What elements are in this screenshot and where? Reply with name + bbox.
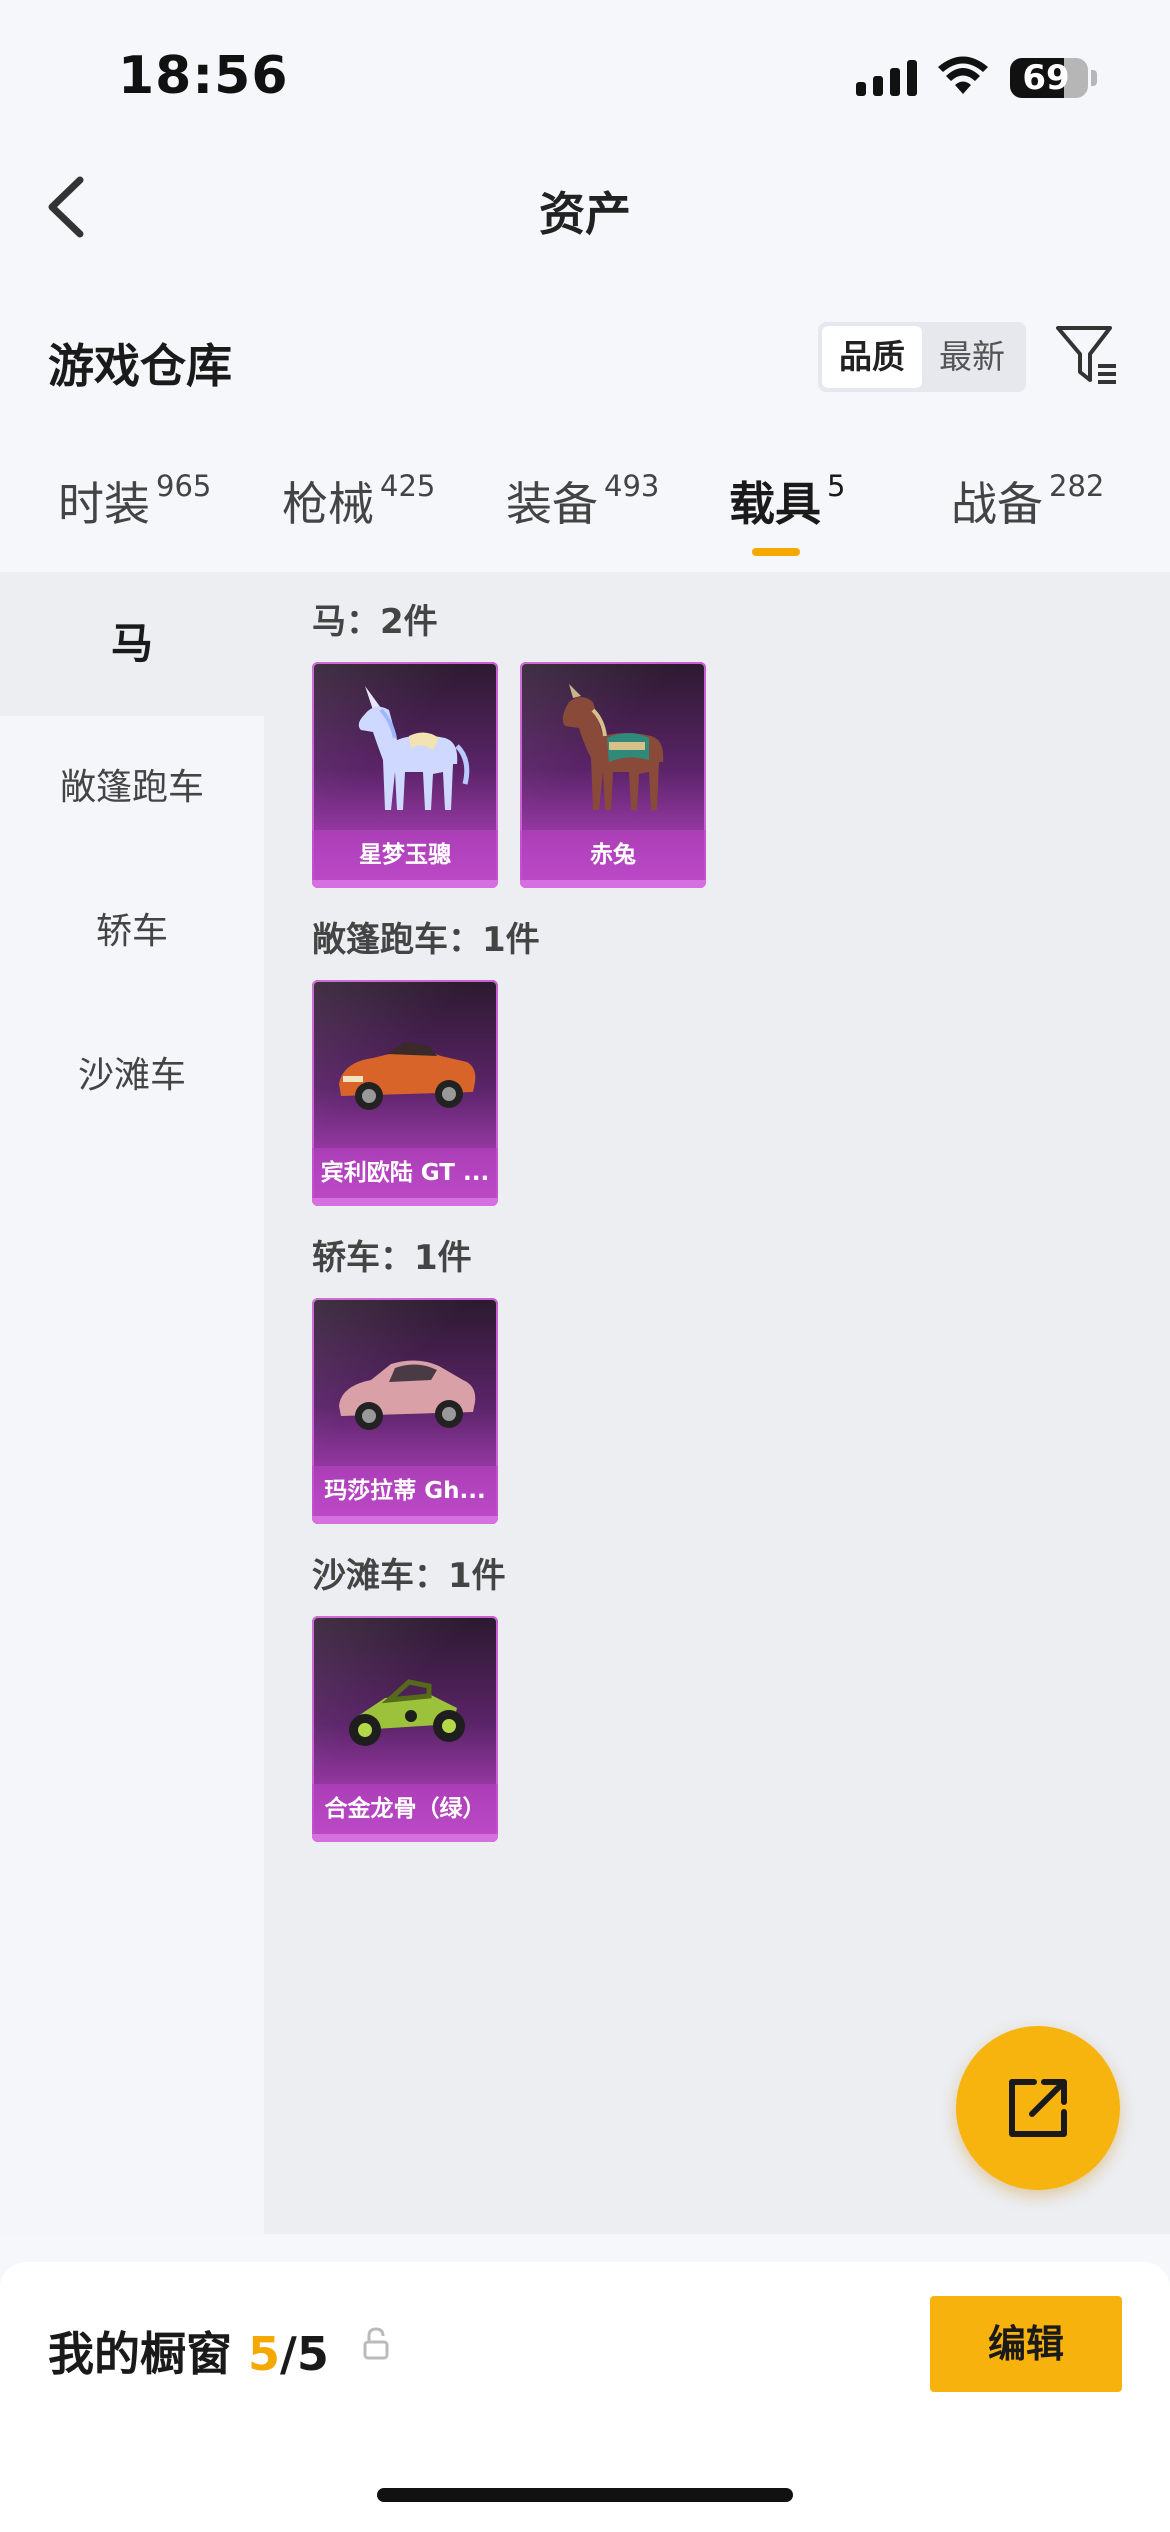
battery-icon: 69 [1010, 58, 1088, 98]
armored-horse-icon [562, 684, 664, 810]
lock-icon [363, 2327, 389, 2360]
tab-equipment[interactable]: 装备 493 [506, 468, 659, 558]
unicorn-icon [358, 686, 470, 810]
rarity-bar [312, 1834, 498, 1842]
sidebar-item-horse[interactable]: 马 [0, 572, 264, 716]
item-name: 合金龙骨（绿） [312, 1784, 498, 1834]
sort-quality[interactable]: 品质 [822, 326, 922, 388]
showcase-total: 5 [296, 2327, 329, 2381]
tab-label: 装备 [506, 477, 598, 531]
battery-level: 69 [1022, 58, 1070, 98]
tab-label: 枪械 [282, 477, 374, 531]
signal-icon [856, 58, 917, 96]
tab-count: 5 [827, 469, 846, 503]
rarity-bar [312, 1516, 498, 1524]
tab-combat-gear[interactable]: 战备 282 [951, 468, 1104, 558]
showcase-sep: / [280, 2327, 297, 2381]
sort-newest[interactable]: 最新 [922, 326, 1022, 388]
tab-label: 战备 [951, 477, 1043, 531]
showcase-current: 5 [248, 2327, 281, 2381]
tab-count: 965 [156, 469, 212, 503]
wifi-icon [938, 56, 988, 94]
tab-label: 载具 [729, 477, 821, 531]
battery-cap [1091, 70, 1097, 86]
page-title: 资产 [539, 187, 631, 241]
tab-count: 425 [380, 469, 436, 503]
sidebar-item-buggy[interactable]: 沙滩车 [0, 1004, 264, 1148]
warehouse-title: 游戏仓库 [48, 339, 232, 393]
sedan-car-icon [339, 1360, 476, 1430]
item-card[interactable]: 合金龙骨（绿） [312, 1616, 498, 1842]
status-time: 18:56 [118, 46, 289, 106]
section-title: 沙滩车：1件 [312, 1556, 506, 1596]
active-tab-indicator [752, 548, 800, 556]
category-sidebar: 马 敞篷跑车 轿车 沙滩车 [0, 572, 264, 2234]
rarity-bar [312, 880, 498, 888]
sort-toggle[interactable]: 品质 最新 [818, 322, 1026, 392]
item-name: 玛莎拉蒂 Gh... [312, 1466, 498, 1516]
rarity-bar [520, 880, 706, 888]
tab-guns[interactable]: 枪械 425 [282, 468, 435, 558]
buggy-car-icon [349, 1679, 465, 1746]
filter-icon[interactable] [1054, 322, 1120, 388]
edit-button[interactable]: 编辑 [930, 2296, 1122, 2392]
showcase-title: 我的橱窗 [48, 2327, 232, 2381]
section-title: 轿车：1件 [312, 1238, 472, 1278]
item-card[interactable]: 宾利欧陆 GT ... [312, 980, 498, 1206]
sidebar-item-convertible[interactable]: 敞篷跑车 [0, 716, 264, 860]
home-indicator[interactable] [377, 2488, 793, 2502]
tab-vehicles[interactable]: 载具 5 [729, 468, 845, 558]
share-button[interactable] [956, 2026, 1120, 2190]
share-icon [1009, 2079, 1067, 2137]
item-card[interactable]: 星梦玉骢 [312, 662, 498, 888]
section-title: 马：2件 [312, 602, 438, 642]
showcase-label: 我的橱窗 5/5 [48, 2318, 329, 2384]
item-card[interactable]: 赤兔 [520, 662, 706, 888]
tab-label: 时装 [58, 477, 150, 531]
tab-count: 282 [1049, 469, 1105, 503]
item-card[interactable]: 玛莎拉蒂 Gh... [312, 1298, 498, 1524]
item-name: 赤兔 [520, 830, 706, 880]
tab-count: 493 [604, 469, 660, 503]
sidebar-item-sedan[interactable]: 轿车 [0, 860, 264, 1004]
item-name: 宾利欧陆 GT ... [312, 1148, 498, 1198]
rarity-bar [312, 1198, 498, 1206]
tab-fashion[interactable]: 时装 965 [58, 468, 211, 558]
convertible-car-icon [339, 1042, 476, 1110]
item-name: 星梦玉骢 [312, 830, 498, 880]
item-grid: 马：2件 星梦玉骢 赤兔 敞篷跑车：1件 宾利欧陆 GT ... 轿车：1件 玛… [264, 572, 1170, 2234]
section-title: 敞篷跑车：1件 [312, 920, 540, 960]
